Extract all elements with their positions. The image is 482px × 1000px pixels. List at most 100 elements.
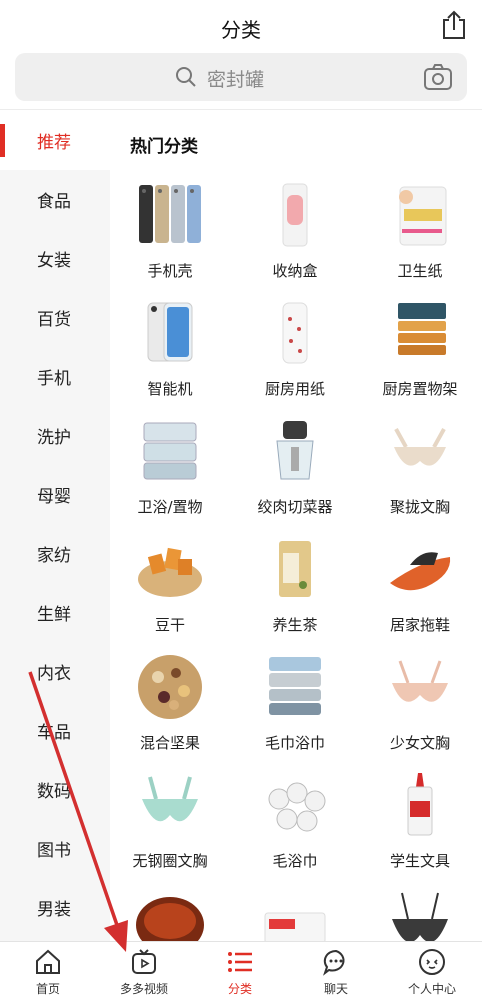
category-push-up-bra[interactable]: 聚拢文胸 [360, 417, 480, 535]
spicy-food-icon [136, 889, 204, 941]
category-spicy-food[interactable] [110, 889, 230, 941]
tab-label: 首页 [35, 982, 60, 996]
sidebar-item-phones[interactable]: 手机 [0, 347, 110, 406]
smartphone-icon [136, 299, 204, 367]
tab-label: 分类 [227, 982, 252, 996]
tissue-pack-icon [261, 889, 329, 941]
page-title: 分类 [221, 18, 261, 42]
search-icon [175, 66, 197, 88]
category-health-tea[interactable]: 养生茶 [235, 535, 355, 653]
share-icon[interactable] [440, 10, 468, 40]
category-meat-grinder[interactable]: 绞肉切菜器 [235, 417, 355, 535]
category-label: 手机壳 [147, 262, 193, 280]
category-label: 卫生纸 [397, 262, 443, 280]
sidebar-item-womens[interactable]: 女装 [0, 229, 110, 288]
sidebar-item-general[interactable]: 百货 [0, 288, 110, 347]
category-label: 智能机 [147, 380, 193, 398]
category-label: 学生文具 [389, 852, 450, 870]
sidebar-item-care[interactable]: 洗护 [0, 406, 110, 465]
category-label: 豆干 [154, 616, 185, 634]
category-kitchen-paper[interactable]: 厨房用纸 [235, 299, 355, 417]
category-smartphone[interactable]: 智能机 [110, 299, 230, 417]
sidebar-item-recommend[interactable]: 推荐 [0, 111, 110, 170]
menu-list-icon [226, 948, 254, 976]
category-tissue-pack[interactable] [235, 889, 355, 941]
category-label: 无钢圈文胸 [132, 852, 208, 870]
category-grid-panel: 热门分类 手机壳 收纳盒 卫生纸 智能机 厨房用纸 厨房置物架 卫浴/置物 绞肉… [110, 111, 482, 941]
category-phone-case[interactable]: 手机壳 [110, 181, 230, 299]
sidebar-item-label: 母婴 [37, 487, 71, 507]
sidebar-item-label: 车品 [37, 723, 71, 743]
category-label: 毛浴巾 [272, 852, 318, 870]
sidebar-item-books[interactable]: 图书 [0, 819, 110, 878]
sidebar-item-label: 洗护 [37, 428, 71, 448]
search-input[interactable]: 密封罐 [15, 53, 467, 101]
camera-icon[interactable] [423, 63, 453, 91]
category-label: 厨房用纸 [264, 380, 325, 398]
sidebar-item-baby[interactable]: 母婴 [0, 465, 110, 524]
tab-categories[interactable]: 分类 [192, 942, 288, 1000]
chat-icon [322, 948, 350, 976]
sidebar-item-home-textile[interactable]: 家纺 [0, 524, 110, 583]
category-slippers[interactable]: 居家拖鞋 [360, 535, 480, 653]
sidebar-item-fresh[interactable]: 生鲜 [0, 583, 110, 642]
search-placeholder: 密封罐 [207, 69, 265, 91]
tab-home[interactable]: 首页 [0, 942, 96, 1000]
category-label: 养生茶 [272, 616, 318, 634]
kitchen-rack-icon [386, 299, 454, 367]
category-label: 聚拢文胸 [389, 498, 450, 516]
tab-chat[interactable]: 聊天 [288, 942, 384, 1000]
category-label: 混合坚果 [139, 734, 200, 752]
sidebar-item-mens[interactable]: 男装 [0, 878, 110, 937]
paper-roll-icon [261, 771, 329, 839]
sidebar-item-label: 推荐 [37, 133, 71, 153]
bottom-tab-bar: 首页 多多视频 分类 聊天 个人中心 [0, 941, 482, 1000]
category-storage-box[interactable]: 收纳盒 [235, 181, 355, 299]
category-bath-storage[interactable]: 卫浴/置物 [110, 417, 230, 535]
lace-bra-icon [386, 889, 454, 941]
category-wireless-bra[interactable]: 无钢圈文胸 [110, 771, 230, 889]
sidebar-item-label: 生鲜 [37, 605, 71, 625]
bath-storage-icon [136, 417, 204, 485]
sidebar-item-digital[interactable]: 数码 [0, 760, 110, 819]
tab-label: 聊天 [323, 982, 348, 996]
meat-grinder-icon [261, 417, 329, 485]
sidebar-item-label: 女装 [37, 251, 71, 271]
section-title: 热门分类 [130, 137, 198, 157]
category-label: 收纳盒 [272, 262, 318, 280]
category-dried-tofu[interactable]: 豆干 [110, 535, 230, 653]
header: 分类 密封罐 [0, 0, 482, 110]
category-kitchen-rack[interactable]: 厨房置物架 [360, 299, 480, 417]
dried-tofu-icon [136, 535, 204, 603]
girl-bra-icon [386, 653, 454, 721]
toilet-paper-icon [386, 181, 454, 249]
category-label: 毛巾浴巾 [264, 734, 325, 752]
tab-label: 个人中心 [407, 982, 456, 996]
category-towels[interactable]: 毛巾浴巾 [235, 653, 355, 771]
sidebar-item-food[interactable]: 食品 [0, 170, 110, 229]
phone-case-icon [136, 181, 204, 249]
category-stationery[interactable]: 学生文具 [360, 771, 480, 889]
wireless-bra-icon [136, 771, 204, 839]
category-label: 居家拖鞋 [389, 616, 450, 634]
slipper-icon [386, 535, 454, 603]
tab-videos[interactable]: 多多视频 [96, 942, 192, 1000]
sidebar-item-label: 内衣 [37, 664, 71, 684]
category-lace-bra[interactable] [360, 889, 480, 941]
sidebar-item-car[interactable]: 车品 [0, 701, 110, 760]
sidebar-item-label: 家纺 [37, 546, 71, 566]
sidebar-item-label: 图书 [37, 841, 71, 861]
sidebar-item-label: 百货 [37, 310, 71, 330]
home-icon [34, 948, 62, 976]
tab-profile[interactable]: 个人中心 [384, 942, 480, 1000]
category-paper-rolls[interactable]: 毛浴巾 [235, 771, 355, 889]
profile-icon [418, 948, 446, 976]
category-toilet-paper[interactable]: 卫生纸 [360, 181, 480, 299]
sidebar-item-underwear[interactable]: 内衣 [0, 642, 110, 701]
kitchen-paper-icon [261, 299, 329, 367]
category-label: 厨房置物架 [382, 380, 458, 398]
category-mixed-nuts[interactable]: 混合坚果 [110, 653, 230, 771]
category-sidebar: 推荐 食品 女装 百货 手机 洗护 母婴 家纺 生鲜 内衣 车品 数码 图书 男… [0, 111, 110, 941]
category-girl-bra[interactable]: 少女文胸 [360, 653, 480, 771]
category-label: 少女文胸 [389, 734, 450, 752]
